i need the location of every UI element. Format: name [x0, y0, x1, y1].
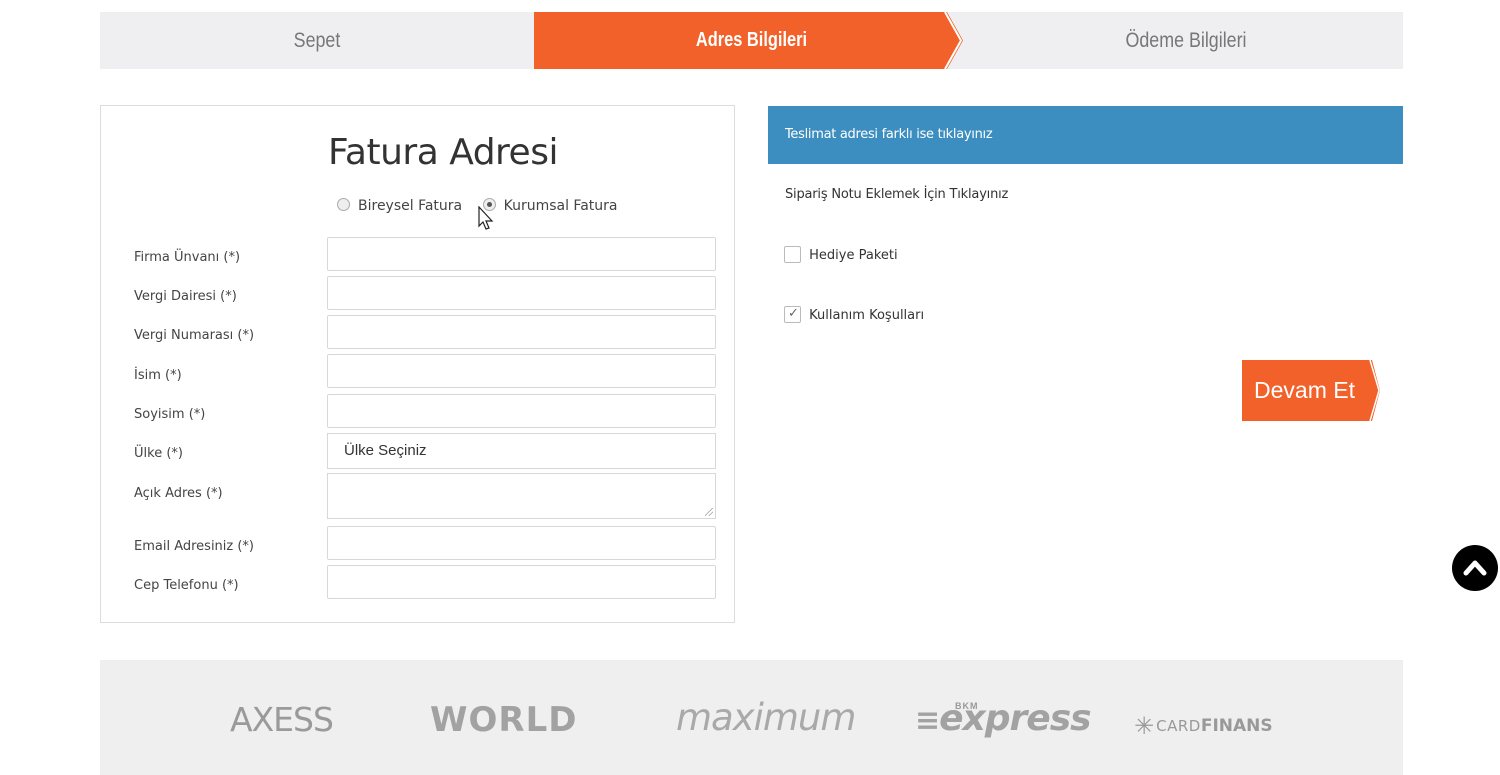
gift-package-checkbox[interactable] — [784, 246, 801, 263]
address-textarea[interactable] — [327, 473, 716, 519]
individual-invoice-radio[interactable] — [337, 198, 350, 211]
country-label: Ülke (*) — [134, 446, 183, 461]
company-label: Firma Ünvanı (*) — [134, 250, 241, 265]
checkout-steps: Sepet Adres Bilgileri Ödeme Bilgileri — [100, 12, 1403, 69]
first-name-input[interactable] — [327, 354, 716, 388]
step-address-active[interactable]: Adres Bilgileri — [534, 12, 969, 69]
express-bars-icon: ≡ — [915, 703, 940, 738]
tax-number-input[interactable] — [327, 315, 716, 349]
scroll-to-top-button[interactable] — [1452, 545, 1498, 591]
cardfinans-logo: ✳ CARDFINANS — [1134, 712, 1273, 740]
phone-label: Cep Telefonu (*) — [134, 578, 239, 593]
tax-office-label: Vergi Dairesi (*) — [134, 289, 237, 304]
bkm-express-logo: ≡express — [915, 698, 1092, 739]
payment-logos-footer: AXESS WORLD maximum BKM ≡express ✳ CARDFI… — [100, 660, 1403, 775]
phone-input[interactable] — [327, 565, 716, 599]
step-address-label: Adres Bilgileri — [695, 29, 808, 51]
email-label: Email Adresiniz (*) — [134, 539, 255, 554]
chevron-up-icon — [1463, 560, 1487, 576]
terms-checkbox[interactable]: ✓ — [784, 306, 801, 323]
step-payment[interactable]: Ödeme Bilgileri — [1002, 12, 1371, 69]
gift-package-row: Hediye Paketi — [784, 246, 898, 263]
continue-button-label: Devam Et — [1254, 377, 1355, 403]
gift-package-label: Hediye Paketi — [809, 248, 898, 263]
chevron-right-icon — [1369, 360, 1382, 421]
maximum-logo: maximum — [676, 696, 856, 739]
cardfinans-card-text: CARD — [1156, 717, 1201, 735]
mouse-pointer-icon — [478, 206, 494, 230]
terms-label: Kullanım Koşulları — [809, 308, 925, 323]
corporate-invoice-label: Kurumsal Fatura — [503, 198, 618, 214]
last-name-input[interactable] — [327, 394, 716, 428]
first-name-label: İsim (*) — [134, 368, 182, 383]
step-arrow-icon — [944, 12, 969, 69]
individual-invoice-label: Bireysel Fatura — [358, 198, 463, 214]
cardfinans-star-icon: ✳ — [1134, 712, 1155, 740]
billing-address-panel: Fatura Adresi Bireysel Fatura Kurumsal F… — [100, 105, 735, 623]
company-input[interactable] — [327, 237, 716, 271]
cardfinans-finans-text: FINANS — [1200, 716, 1273, 736]
tax-office-input[interactable] — [327, 276, 716, 310]
different-delivery-address-toggle[interactable]: Teslimat adresi farklı ise tıklayınız — [768, 106, 1403, 164]
tax-number-label: Vergi Numarası (*) — [134, 328, 255, 343]
axess-logo: AXESS — [230, 700, 334, 739]
country-select[interactable]: Ülke Seçiniz — [327, 433, 716, 469]
billing-title: Fatura Adresi — [328, 132, 558, 173]
last-name-label: Soyisim (*) — [134, 407, 206, 422]
order-note-link[interactable]: Sipariş Notu Eklemek İçin Tıklayınız — [785, 187, 1008, 202]
terms-row: ✓ Kullanım Koşulları — [784, 306, 924, 323]
email-input[interactable] — [327, 526, 716, 560]
express-text: express — [939, 698, 1091, 739]
checkmark-icon: ✓ — [788, 306, 799, 321]
resize-grip-icon[interactable] — [705, 508, 713, 516]
address-label: Açık Adres (*) — [134, 486, 223, 501]
step-cart[interactable]: Sepet — [133, 12, 502, 69]
world-logo: WORLD — [430, 700, 578, 740]
continue-button[interactable]: Devam Et — [1242, 360, 1382, 421]
